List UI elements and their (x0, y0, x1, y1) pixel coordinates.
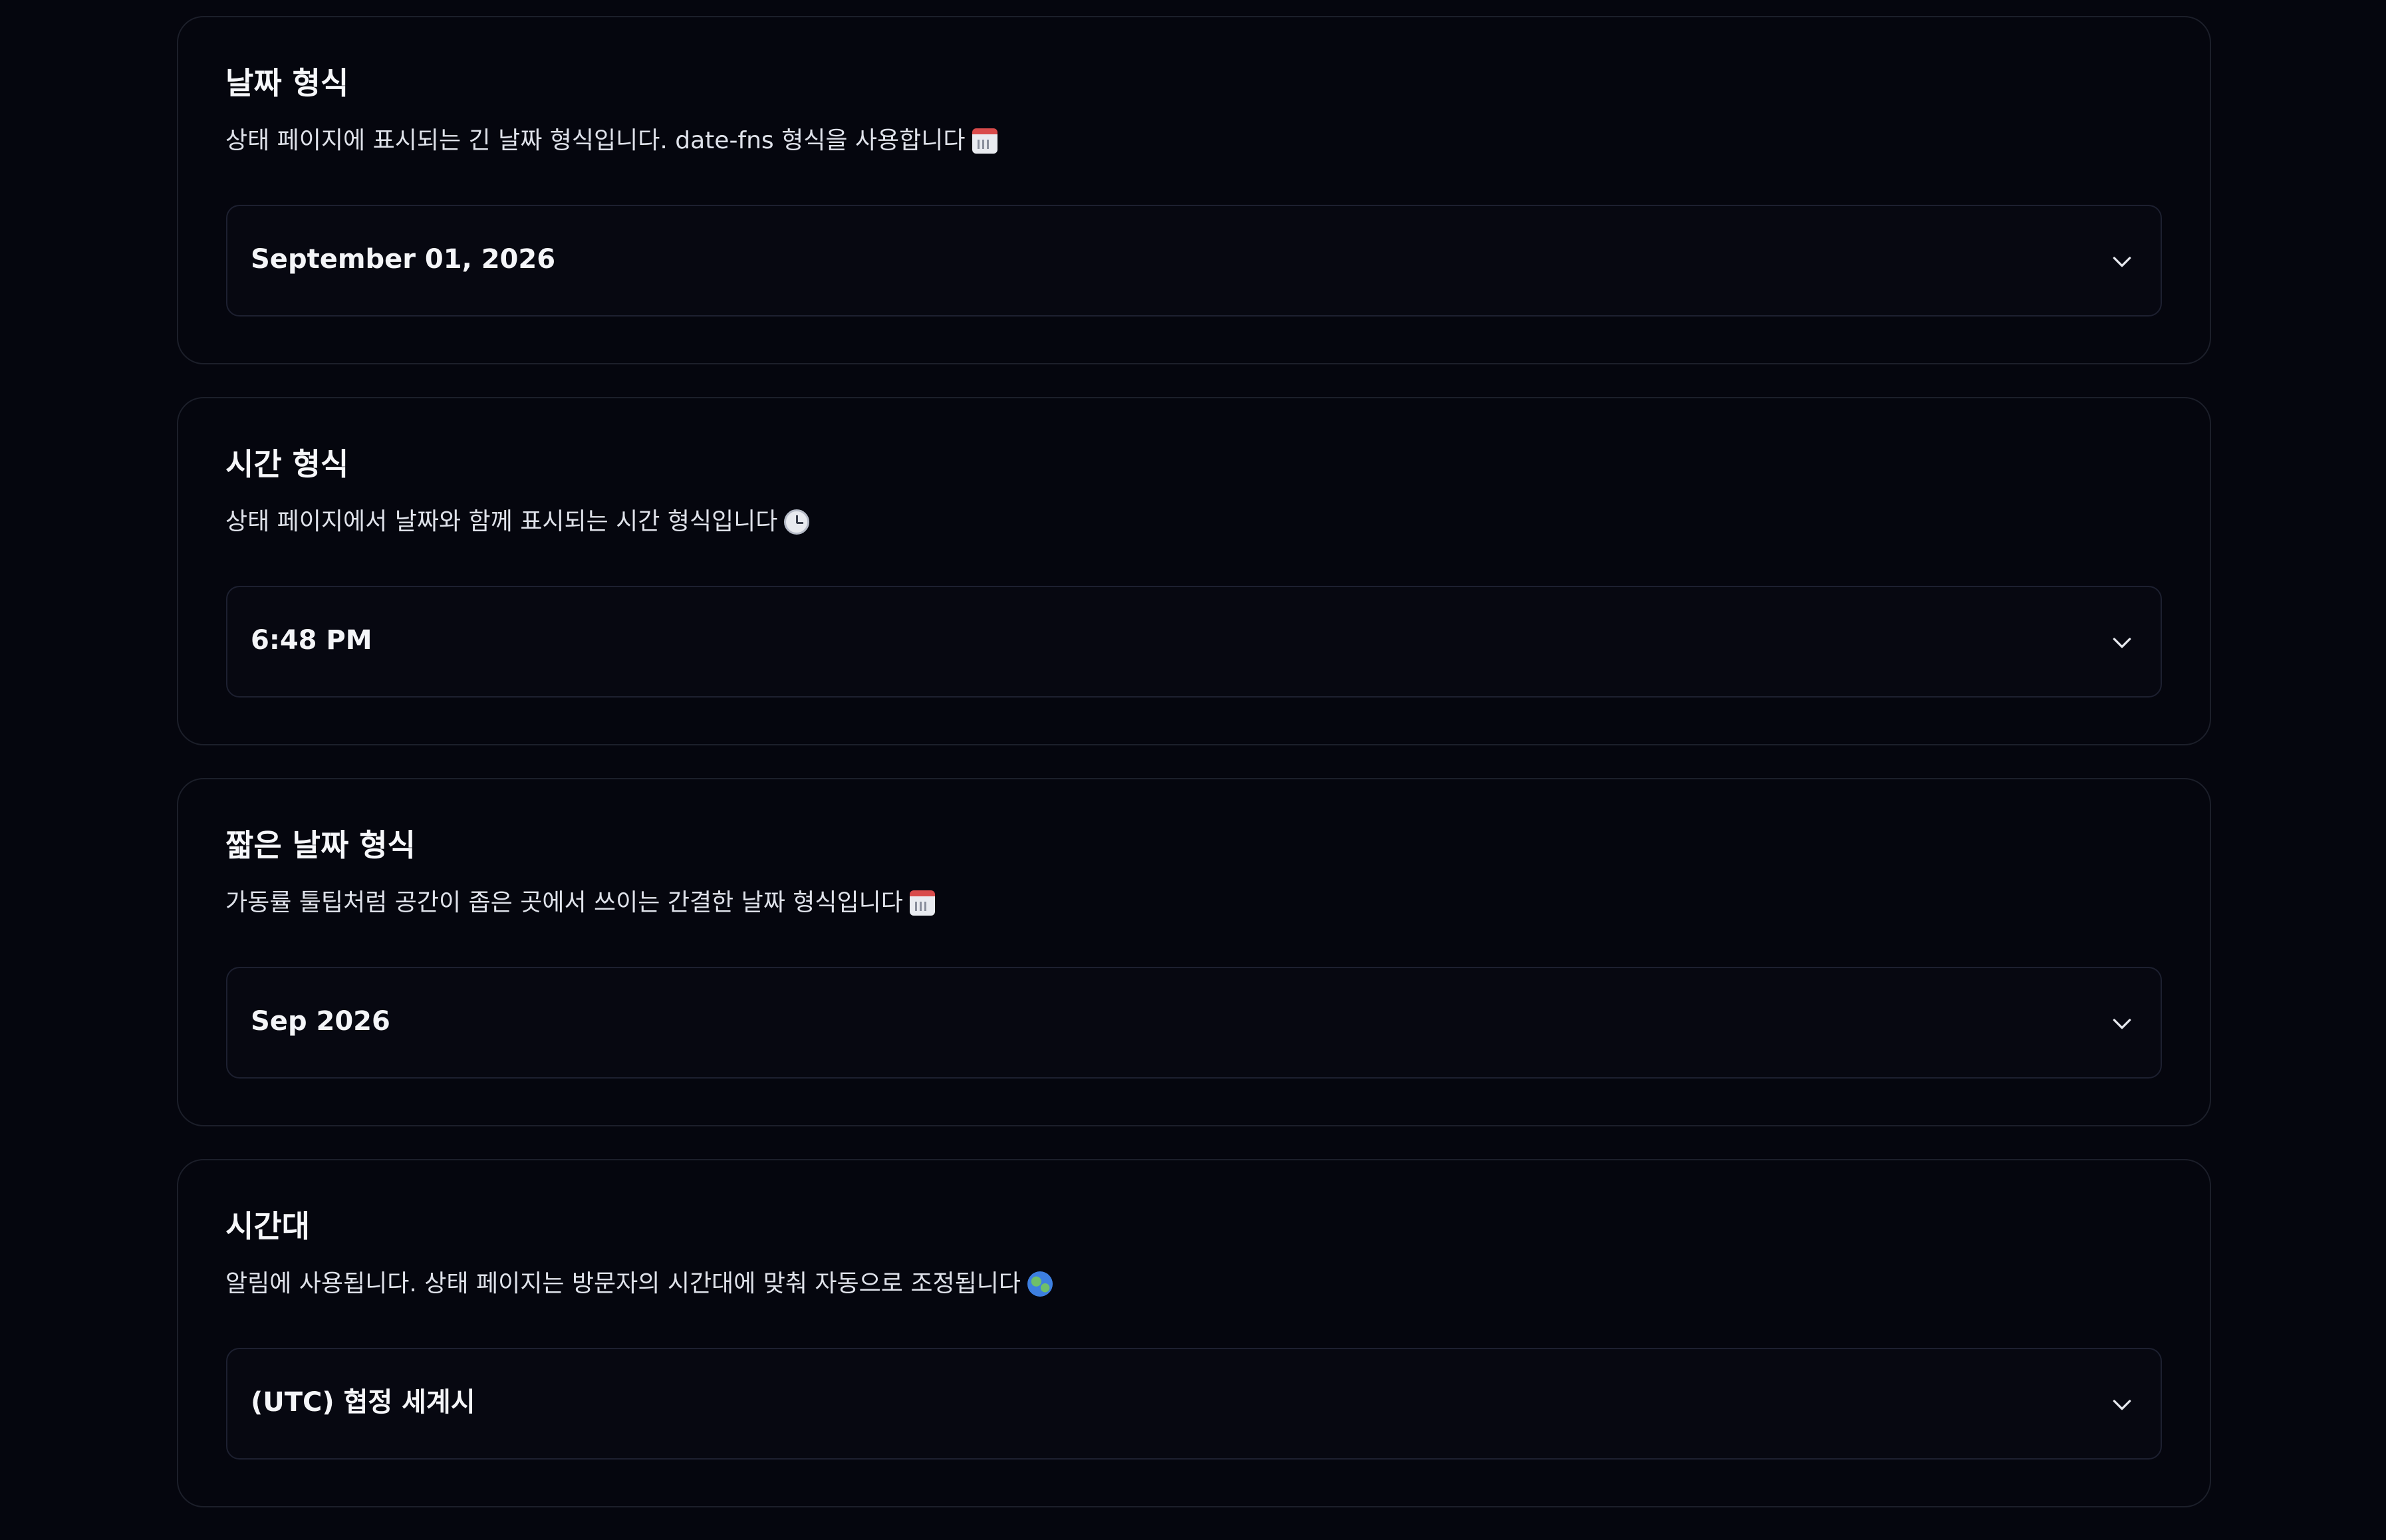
date-format-description-text: 상태 페이지에 표시되는 긴 날짜 형식입니다. date-fns 형식을 사용… (225, 127, 966, 154)
date-format-select[interactable]: September 01, 2026 (226, 205, 2162, 317)
date-format-title: 날짜 형식 (225, 65, 349, 101)
timezone-title: 시간대 (225, 1208, 310, 1244)
short-date-format-description-text: 가동률 툴팁처럼 공간이 좁은 곳에서 쓰이는 간결한 날짜 형식입니다 (225, 889, 903, 916)
settings-list: 날짜 형식 상태 페이지에 표시되는 긴 날짜 형식입니다. date-fns … (177, 16, 2211, 1540)
globe-icon (1027, 1271, 1053, 1297)
time-format-card: 시간 형식 상태 페이지에서 날짜와 함께 표시되는 시간 형식입니다 6:48… (177, 397, 2211, 745)
timezone-card: 시간대 알림에 사용됩니다. 상태 페이지는 방문자의 시간대에 맞춰 자동으로… (177, 1159, 2211, 1507)
time-format-title: 시간 형식 (225, 446, 349, 482)
timezone-description-text: 알림에 사용됩니다. 상태 페이지는 방문자의 시간대에 맞춰 자동으로 조정됩… (225, 1270, 1021, 1297)
date-format-selected-value: September 01, 2026 (251, 244, 556, 275)
time-format-selected-value: 6:48 PM (251, 625, 372, 656)
time-format-description: 상태 페이지에서 날짜와 함께 표시되는 시간 형식입니다 (225, 507, 810, 536)
calendar-icon (972, 128, 997, 154)
chevron-down-icon (2113, 257, 2131, 267)
short-date-format-select[interactable]: Sep 2026 (226, 967, 2162, 1079)
date-format-card: 날짜 형식 상태 페이지에 표시되는 긴 날짜 형식입니다. date-fns … (177, 16, 2211, 364)
date-format-description: 상태 페이지에 표시되는 긴 날짜 형식입니다. date-fns 형식을 사용… (225, 126, 997, 155)
short-date-format-title: 짧은 날짜 형식 (225, 827, 416, 863)
chevron-down-icon (2113, 1400, 2131, 1410)
short-date-format-description: 가동률 툴팁처럼 공간이 좁은 곳에서 쓰이는 간결한 날짜 형식입니다 (225, 888, 935, 917)
timezone-select[interactable]: (UTC) 협정 세계시 (226, 1348, 2162, 1460)
short-date-format-selected-value: Sep 2026 (251, 1006, 390, 1037)
chevron-down-icon (2113, 1019, 2131, 1029)
timezone-selected-value: (UTC) 협정 세계시 (251, 1387, 475, 1418)
timezone-description: 알림에 사용됩니다. 상태 페이지는 방문자의 시간대에 맞춰 자동으로 조정됩… (225, 1269, 1053, 1298)
time-format-select[interactable]: 6:48 PM (226, 586, 2162, 698)
short-date-format-card: 짧은 날짜 형식 가동률 툴팁처럼 공간이 좁은 곳에서 쓰이는 간결한 날짜 … (177, 778, 2211, 1126)
clock-icon (784, 509, 810, 535)
calendar-icon (909, 890, 935, 916)
chevron-down-icon (2113, 638, 2131, 648)
time-format-description-text: 상태 페이지에서 날짜와 함께 표시되는 시간 형식입니다 (225, 508, 778, 535)
